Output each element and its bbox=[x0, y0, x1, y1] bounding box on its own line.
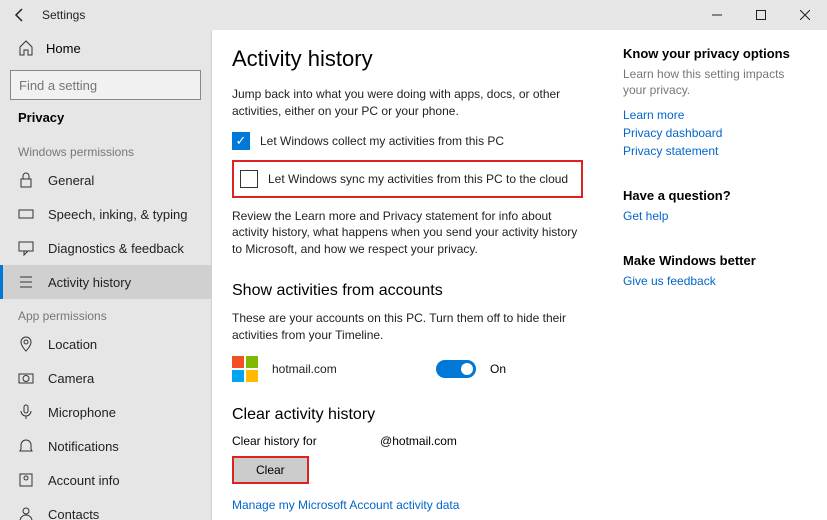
get-help-link[interactable]: Get help bbox=[623, 209, 803, 223]
page-title: Activity history bbox=[232, 46, 583, 72]
maximize-button[interactable] bbox=[739, 0, 783, 30]
main-content: Activity history Jump back into what you… bbox=[212, 30, 827, 520]
nav-activity-history[interactable]: Activity history bbox=[0, 265, 211, 299]
minimize-button[interactable] bbox=[695, 0, 739, 30]
nav-camera[interactable]: Camera bbox=[0, 361, 211, 395]
location-icon bbox=[18, 336, 34, 352]
clear-for-label: Clear history for bbox=[232, 434, 317, 448]
right-column: Know your privacy options Learn how this… bbox=[623, 46, 803, 504]
privacy-dashboard-link[interactable]: Privacy dashboard bbox=[623, 126, 803, 140]
nav-contacts[interactable]: Contacts bbox=[0, 497, 211, 520]
account-email: hotmail.com bbox=[272, 362, 422, 376]
close-button[interactable] bbox=[783, 0, 827, 30]
nav-label: Speech, inking, & typing bbox=[48, 207, 187, 222]
nav-general[interactable]: General bbox=[0, 163, 211, 197]
accounts-heading: Show activities from accounts bbox=[232, 282, 583, 300]
question-heading: Have a question? bbox=[623, 188, 803, 203]
window-title: Settings bbox=[42, 8, 85, 22]
checkbox-sync-activities[interactable]: Let Windows sync my activities from this… bbox=[232, 160, 583, 198]
privacy-statement-link[interactable]: Privacy statement bbox=[623, 144, 803, 158]
feedback-icon bbox=[18, 240, 34, 256]
nav-label: Notifications bbox=[48, 439, 119, 454]
clear-for-row: Clear history for @hotmail.com bbox=[232, 434, 583, 448]
camera-icon bbox=[18, 370, 34, 386]
nav-diagnostics[interactable]: Diagnostics & feedback bbox=[0, 231, 211, 265]
search-field[interactable] bbox=[19, 78, 195, 93]
nav-speech[interactable]: Speech, inking, & typing bbox=[0, 197, 211, 231]
home-icon bbox=[18, 40, 34, 56]
back-button[interactable] bbox=[8, 3, 32, 27]
privacy-options-heading: Know your privacy options bbox=[623, 46, 803, 61]
accounts-desc: These are your accounts on this PC. Turn… bbox=[232, 310, 583, 344]
nav-notifications[interactable]: Notifications bbox=[0, 429, 211, 463]
checkbox-label: Let Windows collect my activities from t… bbox=[260, 134, 504, 148]
bell-icon bbox=[18, 438, 34, 454]
section-windows-permissions: Windows permissions bbox=[0, 135, 211, 163]
category-label: Privacy bbox=[0, 110, 211, 135]
microsoft-logo-icon bbox=[232, 356, 258, 382]
manage-account-link[interactable]: Manage my Microsoft Account activity dat… bbox=[232, 498, 583, 512]
account-row: hotmail.com On bbox=[232, 356, 583, 382]
nav-location[interactable]: Location bbox=[0, 327, 211, 361]
microphone-icon bbox=[18, 404, 34, 420]
title-bar: Settings bbox=[0, 0, 827, 30]
checkbox-label: Let Windows sync my activities from this… bbox=[268, 172, 568, 186]
section-app-permissions: App permissions bbox=[0, 299, 211, 327]
keyboard-icon bbox=[18, 206, 34, 222]
nav-label: Microphone bbox=[48, 405, 116, 420]
account-toggle[interactable] bbox=[436, 360, 476, 378]
privacy-options-sub: Learn how this setting impacts your priv… bbox=[623, 67, 803, 98]
better-heading: Make Windows better bbox=[623, 253, 803, 268]
intro-text: Jump back into what you were doing with … bbox=[232, 86, 583, 120]
nav-label: Camera bbox=[48, 371, 94, 386]
nav-label: Account info bbox=[48, 473, 120, 488]
home-label: Home bbox=[46, 41, 81, 56]
account-icon bbox=[18, 472, 34, 488]
nav-account-info[interactable]: Account info bbox=[0, 463, 211, 497]
search-input[interactable] bbox=[10, 70, 201, 100]
feedback-link[interactable]: Give us feedback bbox=[623, 274, 803, 288]
nav-microphone[interactable]: Microphone bbox=[0, 395, 211, 429]
toggle-state: On bbox=[490, 362, 506, 376]
window-controls bbox=[695, 0, 827, 30]
lock-icon bbox=[18, 172, 34, 188]
checkbox-icon bbox=[232, 132, 250, 150]
clear-for-value: @hotmail.com bbox=[380, 434, 457, 448]
clear-button[interactable]: Clear bbox=[232, 456, 309, 484]
learn-more-link[interactable]: Learn more bbox=[623, 108, 803, 122]
home-button[interactable]: Home bbox=[0, 30, 211, 66]
nav-label: Activity history bbox=[48, 275, 131, 290]
checkbox-icon bbox=[240, 170, 258, 188]
review-text: Review the Learn more and Privacy statem… bbox=[232, 208, 583, 258]
nav-label: Diagnostics & feedback bbox=[48, 241, 184, 256]
checkbox-collect-activities[interactable]: Let Windows collect my activities from t… bbox=[232, 132, 583, 150]
nav-label: Location bbox=[48, 337, 97, 352]
nav-label: Contacts bbox=[48, 507, 99, 520]
clear-heading: Clear activity history bbox=[232, 406, 583, 424]
sidebar: Home Privacy Windows permissions General… bbox=[0, 30, 212, 520]
contacts-icon bbox=[18, 506, 34, 520]
list-icon bbox=[18, 274, 34, 290]
nav-label: General bbox=[48, 173, 94, 188]
